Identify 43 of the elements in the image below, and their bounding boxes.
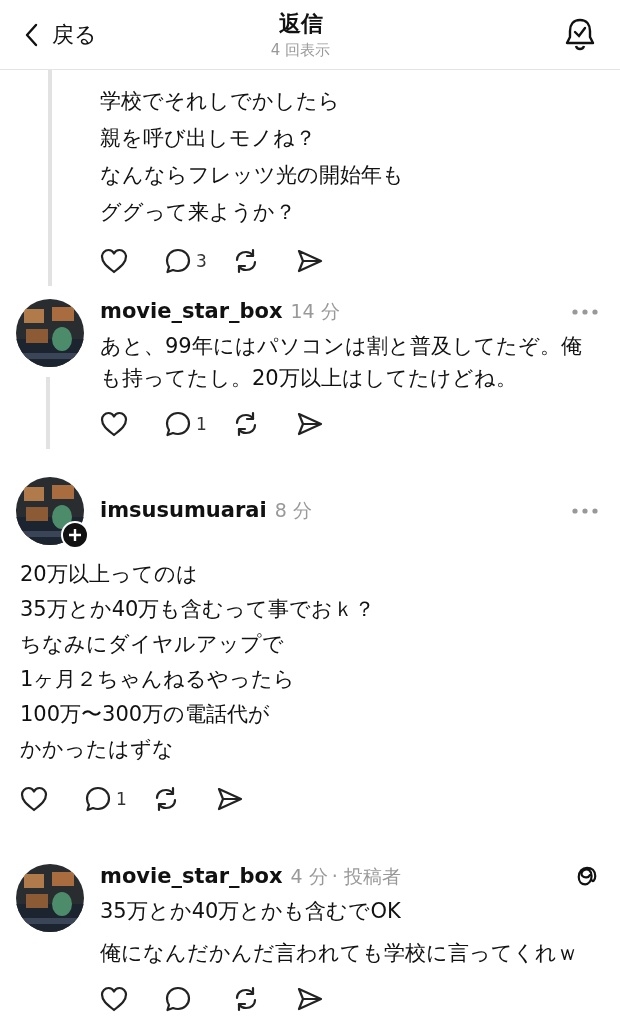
- post-time: 4 分: [290, 864, 328, 889]
- post-text: 親を呼び出しモノね？: [100, 125, 317, 152]
- heart-icon[interactable]: [20, 786, 48, 812]
- reply-count: 1: [196, 414, 207, 434]
- reply-count: 1: [116, 789, 127, 809]
- username[interactable]: movie_star_box: [100, 299, 283, 323]
- post-text: ググって来ようか？: [100, 199, 297, 226]
- heart-icon[interactable]: [100, 986, 128, 1012]
- more-options-icon[interactable]: [572, 309, 598, 315]
- post-text: 学校でそれしでかしたら: [100, 88, 341, 115]
- speech-bubble-icon[interactable]: [164, 985, 192, 1013]
- heart-icon[interactable]: [100, 248, 128, 274]
- follow-plus-icon[interactable]: [61, 521, 89, 549]
- post-text: 20万以上ってのは: [20, 561, 199, 588]
- post-text: かかったはずな: [20, 736, 175, 763]
- username[interactable]: imsusumuarai: [100, 498, 267, 522]
- speech-bubble-icon[interactable]: [164, 410, 192, 438]
- post-text: なんならフレッツ光の開始年も: [100, 162, 405, 189]
- heart-icon[interactable]: [100, 411, 128, 437]
- speech-bubble-icon[interactable]: [164, 247, 192, 275]
- post-time: 14 分: [290, 299, 340, 324]
- author-label: · 投稿者: [331, 864, 401, 889]
- chevron-left-icon: [24, 22, 38, 47]
- post-time: 8 分: [274, 498, 312, 523]
- more-options-icon[interactable]: [572, 508, 598, 514]
- send-icon[interactable]: [296, 986, 324, 1012]
- post-text: あと、99年にはパソコンは割と普及してたぞ。俺も持ってたし。20万以上はしてたけどね。: [100, 333, 583, 392]
- page-title: 返信: [278, 10, 323, 38]
- post-text: 35万とか40万とかも含むでOK: [100, 898, 402, 925]
- bell-check-icon[interactable]: [564, 16, 596, 53]
- view-count: 4 回表示: [270, 41, 331, 60]
- post-text: 俺になんだかんだ言われても学校に言ってくれｗ: [100, 940, 579, 967]
- back-button[interactable]: 戻る: [24, 19, 97, 50]
- post-text: 1ヶ月２ちゃんねるやったら: [20, 666, 297, 693]
- post-text: 100万〜300万の電話代が: [20, 701, 272, 728]
- send-icon[interactable]: [296, 411, 324, 437]
- post-text: ちなみにダイヤルアップで: [20, 631, 285, 658]
- username[interactable]: movie_star_box: [100, 864, 283, 888]
- speech-bubble-icon[interactable]: [84, 785, 112, 813]
- post-text: 35万とか40万も含むって事でおｋ？: [20, 596, 377, 623]
- send-icon[interactable]: [216, 786, 244, 812]
- send-icon[interactable]: [296, 248, 324, 274]
- reply-count: 3: [196, 251, 207, 271]
